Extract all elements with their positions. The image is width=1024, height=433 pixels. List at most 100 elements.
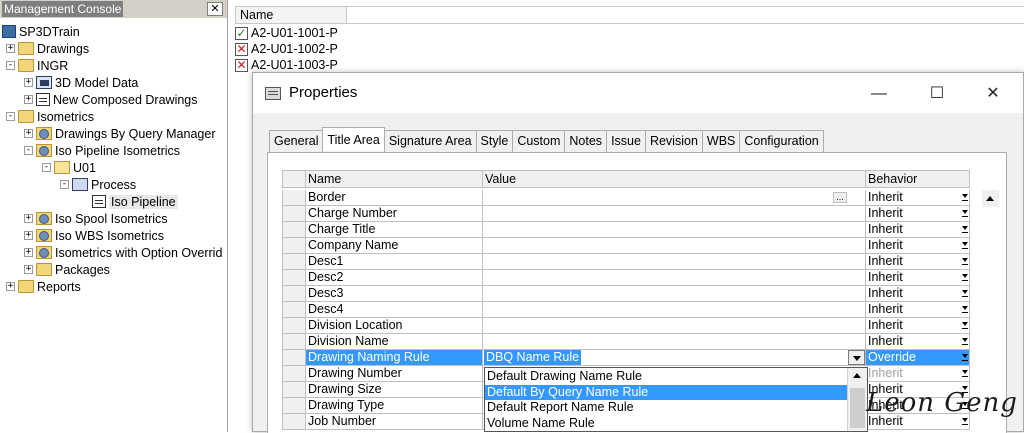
behavior-cell[interactable]: Override [866,350,970,366]
expand-icon[interactable]: + [24,248,33,257]
property-value[interactable]: DBQ Name Rule [483,350,866,366]
naming-rule-combo-text[interactable]: DBQ Name Rule [484,350,582,365]
property-name[interactable]: Charge Number [306,206,483,222]
chevron-down-icon[interactable] [962,226,968,233]
tab-title-area[interactable]: Title Area [322,127,385,151]
row-header[interactable] [282,238,306,254]
scroll-up-icon[interactable] [982,190,999,207]
behavior-cell[interactable]: Inherit [866,254,970,270]
property-name[interactable]: Drawing Size [306,382,483,398]
row-header[interactable] [282,270,306,286]
row-header[interactable] [282,398,306,414]
dropdown-scroll-up-icon[interactable] [853,373,861,378]
row-header[interactable] [282,286,306,302]
table-row[interactable]: Charge Number Inherit [282,206,1000,222]
row-header[interactable] [282,414,306,430]
chevron-down-icon[interactable] [962,194,968,201]
expand-icon[interactable]: + [24,231,33,240]
table-row[interactable]: Division Name Inherit [282,334,1000,350]
tree-item-drawings[interactable]: + Drawings [6,40,89,57]
chevron-down-icon[interactable] [962,290,968,297]
chevron-down-icon[interactable] [962,338,968,345]
tree-item-process[interactable]: - Process [60,176,136,193]
behavior-cell[interactable]: Inherit [866,222,970,238]
ellipsis-button[interactable]: ... [833,192,847,203]
list-header-name[interactable]: Name [235,6,347,24]
behavior-cell[interactable]: Inherit [866,190,970,206]
tree-item-iso-pipeline[interactable]: Iso Pipeline [92,193,178,210]
row-header[interactable] [282,302,306,318]
table-row[interactable]: Charge Title Inherit [282,222,1000,238]
property-name[interactable]: Drawing Number [306,366,483,382]
property-value[interactable] [483,238,866,254]
behavior-cell[interactable]: Inherit [866,238,970,254]
chevron-down-icon[interactable] [962,242,968,249]
table-row[interactable]: Desc3 Inherit [282,286,1000,302]
property-value[interactable] [483,302,866,318]
row-header[interactable] [282,334,306,350]
property-value[interactable] [483,318,866,334]
property-name[interactable]: Desc2 [306,270,483,286]
chevron-down-icon[interactable] [962,210,968,217]
expand-icon[interactable]: + [24,78,33,87]
naming-rule-dropdown-list[interactable]: Default Drawing Name Rule Default By Quer… [484,367,868,432]
property-name[interactable]: Desc4 [306,302,483,318]
row-header[interactable] [282,366,306,382]
property-value[interactable] [483,206,866,222]
minimize-button[interactable]: — [859,81,899,107]
tree-item-packages[interactable]: + Packages [24,261,110,278]
behavior-cell[interactable]: Inherit [866,302,970,318]
behavior-cell[interactable]: Inherit [866,366,970,382]
tree-item-iso-spool-isometrics[interactable]: + Iso Spool Isometrics [24,210,168,227]
table-row[interactable]: Desc2 Inherit [282,270,1000,286]
behavior-cell[interactable]: Inherit [866,286,970,302]
property-name[interactable]: Drawing Naming Rule [306,350,483,366]
collapse-icon[interactable]: - [42,163,51,172]
collapse-icon[interactable]: - [60,180,69,189]
tree-item-ingr[interactable]: - INGR [6,57,68,74]
tab-style[interactable]: Style [475,130,514,152]
chevron-down-icon[interactable] [962,370,968,377]
combo-dropdown-icon[interactable] [848,350,865,365]
tree-item-3d-model-data[interactable]: +3D Model Data [24,74,138,91]
expand-icon[interactable]: + [24,129,33,138]
column-header-name[interactable]: Name [306,170,483,188]
expand-icon[interactable]: + [24,265,33,274]
dropdown-scrollbar[interactable] [847,368,867,431]
collapse-icon[interactable]: - [6,112,15,121]
tab-wbs[interactable]: WBS [701,130,741,152]
tree-item-reports[interactable]: + Reports [6,278,81,295]
list-item[interactable]: ✕ A2-U01-1003-P [235,57,338,73]
tree-item-iso-wbs-isometrics[interactable]: + Iso WBS Isometrics [24,227,164,244]
tree-item-isometrics-with-option-overrid[interactable]: + Isometrics with Option Overrid [24,244,222,261]
tree-item-iso-pipeline-isometrics[interactable]: - Iso Pipeline Isometrics [24,142,180,159]
list-item[interactable]: ✓ A2-U01-1001-P [235,25,338,41]
tab-notes[interactable]: Notes [564,130,608,152]
chevron-down-icon[interactable] [962,418,968,425]
expand-icon[interactable]: + [6,282,15,291]
tree-item-isometrics[interactable]: - Isometrics [6,108,94,125]
property-value[interactable] [483,222,866,238]
tree-item-u01[interactable]: - U01 [42,159,96,176]
tab-configuration[interactable]: Configuration [739,130,824,152]
dropdown-option[interactable]: Default Report Name Rule [485,400,847,415]
column-header-behavior[interactable]: Behavior [866,170,970,188]
property-name[interactable]: Desc3 [306,286,483,302]
tab-custom[interactable]: Custom [512,130,566,152]
property-name[interactable]: Company Name [306,238,483,254]
collapse-icon[interactable]: - [24,146,33,155]
property-name[interactable]: Division Location [306,318,483,334]
table-row[interactable]: Desc1 Inherit [282,254,1000,270]
property-name[interactable]: Division Name [306,334,483,350]
list-item[interactable]: ✕ A2-U01-1002-P [235,41,338,57]
row-header[interactable] [282,318,306,334]
tab-issue[interactable]: Issue [606,130,646,152]
chevron-down-icon[interactable] [962,258,968,265]
row-header[interactable] [282,206,306,222]
close-button[interactable]: ✕ [973,81,1013,107]
row-header[interactable] [282,254,306,270]
property-value[interactable] [483,270,866,286]
column-header-value[interactable]: Value [483,170,866,188]
row-header[interactable] [282,350,306,366]
expand-icon[interactable]: + [24,95,33,104]
